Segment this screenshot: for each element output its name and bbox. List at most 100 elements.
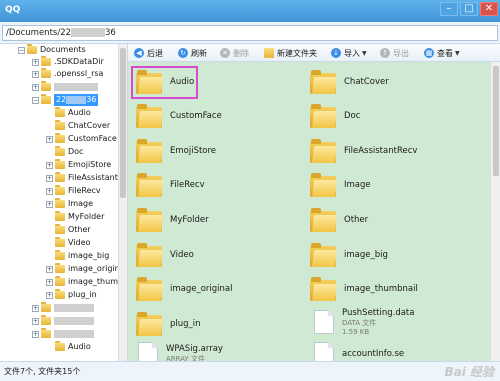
tree-item-label: Video	[68, 238, 91, 247]
folder-emojistore[interactable]: EmojiStore	[136, 139, 216, 163]
refresh-icon: ↻	[178, 48, 188, 58]
collapse-icon[interactable]: −	[18, 46, 25, 54]
tree-item-openssl-rsa[interactable]: + .openssl_rsa	[32, 68, 103, 80]
export-button[interactable]: ↑ 导出	[380, 47, 409, 59]
tree-scrollbar[interactable]	[118, 44, 127, 361]
redacted-block	[54, 330, 94, 338]
minimize-button[interactable]: –	[440, 2, 458, 16]
file-grid[interactable]: Audio ChatCover CustomFace Doc EmojiStor…	[128, 62, 490, 361]
folder-video[interactable]: Video	[136, 243, 194, 267]
tree-item-image[interactable]: + Image	[46, 198, 93, 210]
folder-image-original[interactable]: image_original	[136, 277, 233, 301]
file-accountinfo[interactable]: accountInfo.se	[314, 342, 404, 361]
tree-item-chatcover[interactable]: ChatCover	[46, 120, 110, 132]
folder-audio[interactable]: Audio	[136, 70, 194, 94]
import-button[interactable]: ↓ 导入 ▼	[331, 47, 367, 59]
view-button[interactable]: ▦ 查看 ▼	[424, 47, 460, 59]
tree-item-account[interactable]: − 22 36	[32, 94, 99, 106]
tree-item-video[interactable]: Video	[46, 237, 90, 249]
folder-image-big[interactable]: image_big	[310, 243, 388, 267]
folder-tree[interactable]: − Documents + .SDKDataDir + .openssl_rsa…	[0, 44, 128, 361]
expand-icon[interactable]: +	[32, 317, 39, 325]
expand-icon[interactable]: +	[46, 161, 53, 169]
folder-icon	[27, 44, 37, 54]
account-suffix: 36	[86, 95, 97, 104]
tree-item-label: .SDKDataDir	[54, 57, 104, 66]
redacted-block	[54, 304, 94, 312]
expand-icon[interactable]: +	[46, 187, 53, 195]
tree-item-label: Audio	[68, 342, 91, 351]
tree-item-audio[interactable]: Audio	[46, 107, 91, 119]
folder-customface[interactable]: CustomFace	[136, 104, 222, 128]
tree-item-label: ChatCover	[68, 121, 111, 130]
folder-icon	[41, 315, 51, 325]
tree-item-fileassistant[interactable]: + FileAssistantI	[46, 172, 120, 184]
new-folder-button[interactable]: 新建文件夹	[264, 47, 317, 59]
folder-icon	[55, 133, 65, 143]
tree-item-sdkdatadir[interactable]: + .SDKDataDir	[32, 56, 104, 68]
tree-item-emojistore[interactable]: + EmojiStore	[46, 159, 111, 171]
tree-item-redacted[interactable]: +	[32, 81, 98, 93]
file-pushsetting[interactable]: PushSetting.data DATA 文件 1.59 KB	[314, 308, 414, 336]
tree-item-redacted[interactable]: +	[32, 315, 94, 327]
folder-icon	[41, 81, 51, 91]
import-icon: ↓	[331, 48, 341, 58]
scrollbar-thumb[interactable]	[120, 48, 126, 198]
delete-button[interactable]: ✕ 删除	[220, 47, 249, 59]
path-field[interactable]: /Documents/22 36	[2, 25, 498, 41]
file-wpasig[interactable]: WPASig.array ARRAY 文件	[138, 342, 223, 361]
view-label: 查看	[437, 48, 453, 58]
tree-item-myfolder[interactable]: MyFolder	[46, 211, 104, 223]
folder-chatcover[interactable]: ChatCover	[310, 70, 389, 94]
tree-item-documents[interactable]: − Documents	[18, 44, 86, 56]
scrollbar-thumb[interactable]	[493, 66, 499, 176]
folder-icon	[136, 312, 163, 336]
folder-plug-in[interactable]: plug_in	[136, 312, 201, 336]
expand-icon[interactable]: +	[46, 174, 53, 182]
folder-label: Other	[344, 215, 369, 225]
tree-item-redacted[interactable]: +	[32, 328, 94, 340]
tree-item-label: Other	[68, 225, 91, 234]
tree-item-redacted[interactable]: +	[32, 302, 94, 314]
expand-icon[interactable]: +	[46, 278, 53, 286]
tree-item-label: image_big	[68, 251, 110, 260]
tree-item-label: EmojiStore	[68, 160, 112, 169]
folder-image[interactable]: Image	[310, 173, 371, 197]
tree-item-plug-in[interactable]: + plug_in	[46, 289, 97, 301]
maximize-button[interactable]: □	[460, 2, 478, 16]
tree-item-customface[interactable]: + CustomFace	[46, 133, 117, 145]
expand-icon[interactable]: +	[32, 330, 39, 338]
back-button[interactable]: ◀ 后退	[134, 47, 163, 59]
expand-icon[interactable]: +	[32, 83, 39, 91]
folder-myfolder[interactable]: MyFolder	[136, 208, 209, 232]
refresh-button[interactable]: ↻ 刷新	[178, 47, 207, 59]
folder-filerecv[interactable]: FileRecv	[136, 173, 205, 197]
folder-icon	[55, 198, 65, 208]
expand-icon[interactable]: +	[46, 291, 53, 299]
tree-item-image-original[interactable]: + image_origir	[46, 263, 118, 275]
tree-item-image-thumbnail[interactable]: + image_thumb	[46, 276, 123, 288]
expand-icon[interactable]: +	[32, 304, 39, 312]
folder-image-thumbnail[interactable]: image_thumbnail	[310, 277, 418, 301]
expand-icon[interactable]: +	[46, 200, 53, 208]
expand-icon[interactable]: +	[32, 70, 39, 78]
content-scrollbar[interactable]	[490, 62, 500, 361]
close-button[interactable]: ✕	[480, 2, 498, 16]
folder-icon	[310, 173, 337, 197]
folder-doc[interactable]: Doc	[310, 104, 360, 128]
tree-item-other[interactable]: Other	[46, 224, 91, 236]
tree-item-audio-2[interactable]: Audio	[46, 341, 91, 353]
tree-item-filerecv[interactable]: + FileRecv	[46, 185, 101, 197]
collapse-icon[interactable]: −	[32, 96, 39, 104]
toolbar: ◀ 后退 ↻ 刷新 ✕ 删除 新建文件夹 ↓ 导入 ▼ ↑ 导出 ▦ 查看 ▼	[128, 44, 500, 62]
expand-icon[interactable]: +	[32, 58, 39, 66]
expand-icon[interactable]: +	[46, 135, 53, 143]
folder-icon	[136, 104, 163, 128]
folder-fileassistantrecv[interactable]: FileAssistantRecv	[310, 139, 417, 163]
folder-other[interactable]: Other	[310, 208, 368, 232]
window-controls: – □ ✕	[440, 2, 498, 16]
expand-icon[interactable]: +	[46, 265, 53, 273]
tree-item-doc[interactable]: Doc	[46, 146, 83, 158]
tree-item-image-big[interactable]: image_big	[46, 250, 109, 262]
tree-item-label: image_thumb	[68, 277, 124, 286]
